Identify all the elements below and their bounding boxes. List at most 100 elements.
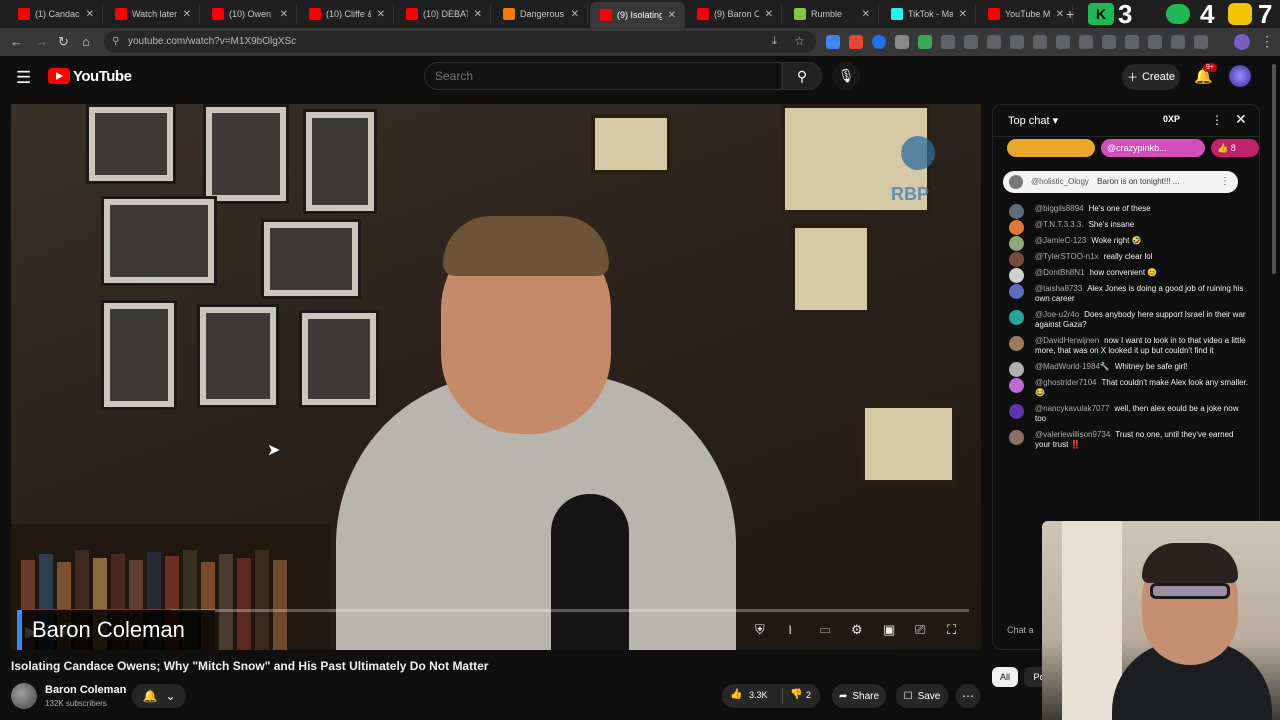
- ticker-item[interactable]: 👍 8: [1211, 139, 1259, 157]
- browser-tab[interactable]: Watch later - ✕: [105, 4, 200, 24]
- extension-icon[interactable]: [1010, 35, 1024, 49]
- browser-tab[interactable]: (10) Cliffe & S ✕: [299, 4, 394, 24]
- chat-message[interactable]: @nancykavulak7077 well, then alex eould b…: [993, 401, 1259, 427]
- extension-icon[interactable]: [1194, 35, 1208, 49]
- user-avatar[interactable]: [1229, 65, 1251, 87]
- save-button[interactable]: ☐ Save: [896, 684, 948, 708]
- extension-icon[interactable]: [1056, 35, 1070, 49]
- extension-icon[interactable]: [941, 35, 955, 49]
- settings-gear-icon[interactable]: ⚙: [851, 622, 863, 638]
- subscription-notifications-button[interactable]: 🔔 ⌄: [132, 684, 186, 708]
- chat-message[interactable]: @DontBh8N1 how convenient 😊: [993, 265, 1259, 283]
- chat-message[interactable]: @MadWorld-1984🔧 Whitney be safe girl!: [993, 359, 1259, 377]
- channel-avatar[interactable]: [11, 683, 37, 709]
- tab-close-icon[interactable]: ✕: [1056, 9, 1064, 20]
- chat-author-avatar[interactable]: [1009, 430, 1024, 445]
- youtube-logo-icon[interactable]: [48, 68, 70, 84]
- browser-tab[interactable]: (9) Isolating C ✕: [590, 2, 685, 28]
- extension-icon[interactable]: [826, 35, 840, 49]
- chat-author[interactable]: @valeriewillison9734: [1035, 430, 1110, 439]
- autoplay-toggle-icon[interactable]: ⏽: [785, 622, 795, 638]
- browser-tab[interactable]: Rumble ✕: [784, 4, 879, 24]
- tab-close-icon[interactable]: ✕: [377, 9, 385, 20]
- chat-author-avatar[interactable]: [1009, 404, 1024, 419]
- tab-close-icon[interactable]: ✕: [86, 9, 94, 20]
- extension-icon[interactable]: [872, 35, 886, 49]
- extension-icon[interactable]: [1079, 35, 1093, 49]
- browser-tab[interactable]: TikTok - Mak ✕: [881, 4, 976, 24]
- bookmark-star-icon[interactable]: ☆: [794, 34, 805, 48]
- share-button[interactable]: ➦ Share: [832, 684, 886, 708]
- browser-tab[interactable]: YouTube Mu ✕: [978, 4, 1073, 24]
- tab-close-icon[interactable]: ✕: [571, 9, 579, 20]
- chat-author[interactable]: @biggils8894: [1035, 204, 1084, 213]
- new-tab-button[interactable]: +: [1066, 6, 1074, 22]
- chat-menu-icon[interactable]: ⋮: [1211, 113, 1223, 127]
- tab-close-icon[interactable]: ✕: [474, 9, 482, 20]
- extension-icon[interactable]: [987, 35, 1001, 49]
- chat-author-avatar[interactable]: [1009, 310, 1024, 325]
- close-icon[interactable]: ✕: [1235, 111, 1247, 128]
- chat-author-avatar[interactable]: [1009, 336, 1024, 351]
- pinned-message[interactable]: @holistic_Ology Baron is on tonight!!! .…: [1003, 171, 1238, 193]
- tab-close-icon[interactable]: ✕: [765, 9, 773, 20]
- miniplayer-icon[interactable]: ▣: [883, 622, 895, 638]
- tab-close-icon[interactable]: ✕: [183, 9, 191, 20]
- tab-close-icon[interactable]: ✕: [862, 9, 870, 20]
- cast-icon[interactable]: ⎚: [915, 622, 925, 638]
- dislike-count[interactable]: 2: [806, 690, 811, 700]
- browser-menu-icon[interactable]: ⋮: [1260, 33, 1274, 50]
- search-input[interactable]: [435, 69, 765, 83]
- chat-message[interactable]: @ghostrider7104 That couldn't make Alex l…: [993, 375, 1259, 401]
- menu-hamburger-icon[interactable]: ☰: [16, 68, 31, 88]
- youtube-brand[interactable]: YouTube: [73, 68, 132, 85]
- browser-tab[interactable]: (10) Owen Be ✕: [202, 4, 297, 24]
- chat-author[interactable]: @DavidHerwijnen: [1035, 336, 1099, 345]
- ticker-item[interactable]: @crazypinkb...: [1101, 139, 1205, 157]
- extension-icon[interactable]: [918, 35, 932, 49]
- voice-search-button[interactable]: 🎙: [832, 62, 860, 90]
- chat-author-avatar[interactable]: [1009, 284, 1024, 299]
- chat-author[interactable]: @Joe-u2r4o: [1035, 310, 1079, 319]
- chat-author[interactable]: @DontBh8N1: [1035, 268, 1084, 277]
- extension-icon[interactable]: [895, 35, 909, 49]
- tab-close-icon[interactable]: ✕: [280, 9, 288, 20]
- chat-author[interactable]: @JamieC-123: [1035, 236, 1086, 245]
- ticker-item[interactable]: [1007, 139, 1095, 157]
- more-actions-button[interactable]: ⋯: [956, 684, 980, 708]
- tab-close-icon[interactable]: ✕: [959, 9, 967, 20]
- browser-tab[interactable]: (1) Candace O ✕: [8, 4, 103, 24]
- chat-author[interactable]: @nancykavulak7077: [1035, 404, 1109, 413]
- chat-author[interactable]: @T.N.T.3.3.3.: [1035, 220, 1084, 229]
- chat-message[interactable]: @Joe-u2r4o Does anybody here support Isra…: [993, 307, 1259, 333]
- subtitles-icon[interactable]: ▭: [819, 622, 831, 638]
- fullscreen-icon[interactable]: ⛶: [947, 622, 956, 638]
- install-icon[interactable]: ⤓: [772, 35, 777, 48]
- extension-icon[interactable]: [964, 35, 978, 49]
- chat-message[interactable]: @biggils8894 He's one of these: [993, 201, 1259, 219]
- chat-input[interactable]: Chat a: [1007, 620, 1047, 640]
- create-button[interactable]: ＋ Create: [1122, 64, 1180, 90]
- forward-icon[interactable]: →: [35, 34, 48, 49]
- like-icon[interactable]: 👍: [730, 689, 742, 700]
- chat-message[interactable]: @taisha8733 Alex Jones is doing a good jo…: [993, 281, 1259, 307]
- chat-message[interactable]: @TylerSTOO-n1x really clear lol: [993, 249, 1259, 267]
- extension-icon[interactable]: [1125, 35, 1139, 49]
- search-button[interactable]: ⚲: [782, 62, 822, 90]
- chat-message[interactable]: @DavidHerwijnen now I want to look in to …: [993, 333, 1259, 359]
- dislike-icon[interactable]: 👎: [790, 689, 802, 700]
- browser-tab[interactable]: Dangerous Li ✕: [493, 4, 588, 24]
- page-scrollbar[interactable]: [1272, 64, 1276, 274]
- chat-author[interactable]: @TylerSTOO-n1x: [1035, 252, 1099, 261]
- home-icon[interactable]: ⌂: [82, 34, 90, 49]
- chat-message[interactable]: @valeriewillison9734 Trust no one, until …: [993, 427, 1259, 453]
- extension-icon[interactable]: [1102, 35, 1116, 49]
- reload-icon[interactable]: ↻: [58, 34, 69, 50]
- browser-tab[interactable]: (10) DEBATE ✕: [396, 4, 491, 24]
- extension-icon[interactable]: [1171, 35, 1185, 49]
- chat-mode-selector[interactable]: Top chat ▾: [1008, 114, 1058, 127]
- chat-message[interactable]: @T.N.T.3.3.3. She's insane: [993, 217, 1259, 235]
- kick-extension-icon[interactable]: K: [1088, 3, 1114, 25]
- filter-chip-all[interactable]: All: [992, 667, 1018, 687]
- tab-close-icon[interactable]: ✕: [668, 10, 676, 21]
